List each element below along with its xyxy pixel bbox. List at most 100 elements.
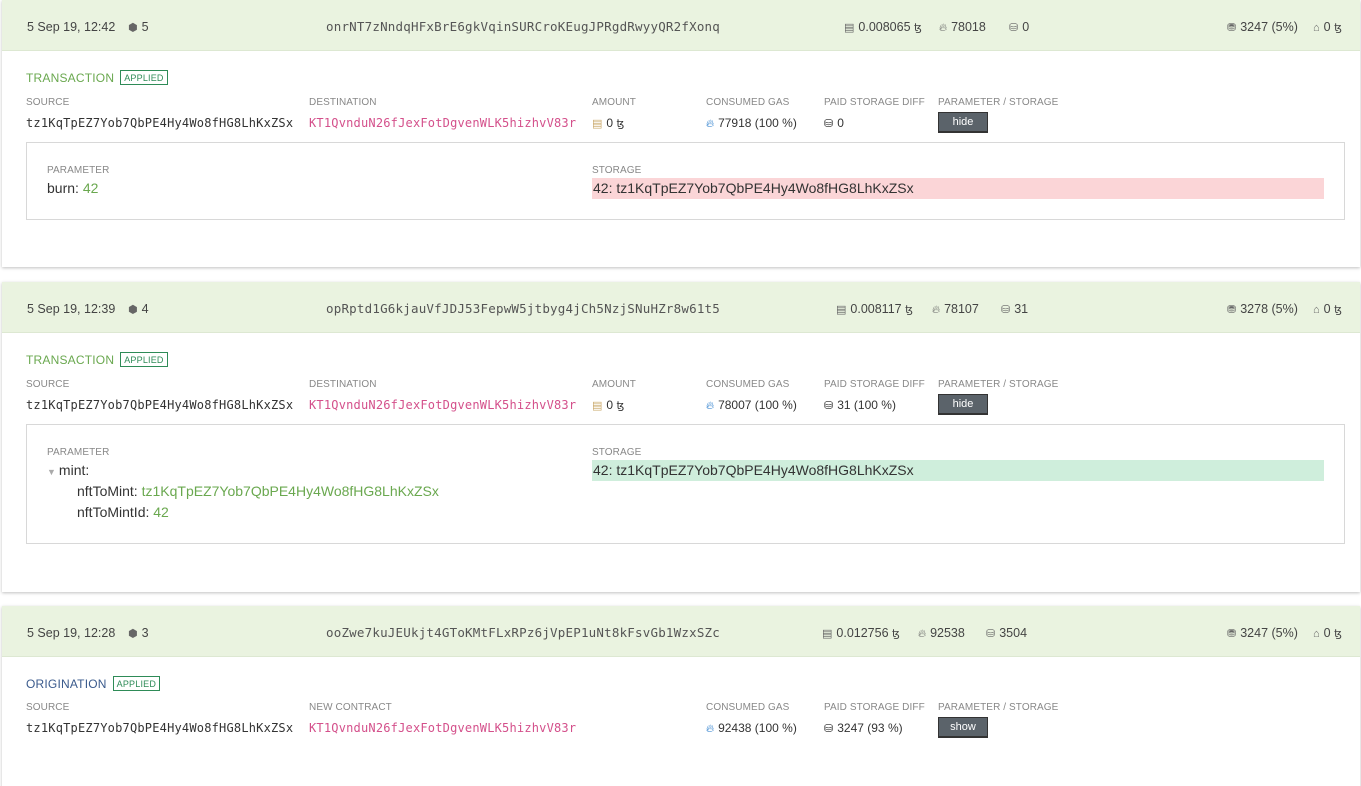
hide-button[interactable]: hide <box>938 112 988 133</box>
source-label: SOURCE <box>26 702 70 713</box>
cube-icon: ⬢ <box>128 22 138 34</box>
storage-diff-value: ⛁ 3247 (93 %) <box>824 721 903 735</box>
operation-fee: ▤ 0.012756 ꜩ <box>822 606 900 661</box>
operation-gas: 🔥︎ 92538 <box>918 606 965 661</box>
operation-gas: 🔥︎ 78107 <box>932 282 979 337</box>
parameter-label: PARAMETER <box>47 447 110 458</box>
operation-burn: ⛃ 3247 (5%) <box>1227 606 1298 661</box>
status-badge: APPLIED <box>120 70 168 85</box>
new-contract-label: NEW CONTRACT <box>309 702 392 713</box>
consumed-gas-label: CONSUMED GAS <box>706 97 790 108</box>
bank-icon: ⌂ <box>1313 628 1320 640</box>
operation-time: 5 Sep 19, 12:39 <box>27 302 116 316</box>
operation-fee: ▤ 0.008117 ꜩ <box>836 282 913 337</box>
operation-burn: ⛃ 3278 (5%) <box>1227 282 1298 337</box>
parameter-field: nftToMint: tz1KqTpEZ7Yob7QbPE4Hy4Wo8fHG8… <box>77 483 439 499</box>
param-storage-label: PARAMETER / STORAGE <box>938 97 1059 108</box>
param-storage-label: PARAMETER / STORAGE <box>938 379 1059 390</box>
parameter-field: nftToMintId: 42 <box>77 504 169 520</box>
storage-diff-label: PAID STORAGE DIFF <box>824 97 925 108</box>
storage-label: STORAGE <box>592 447 642 458</box>
coins-icon: ⛁ <box>1009 22 1019 34</box>
status-badge: APPLIED <box>112 676 161 691</box>
source-label: SOURCE <box>26 97 70 108</box>
operation-card: 5 Sep 19, 12:42 ⬢ 5 onrNT7zNndqHFxBrE6gkV… <box>2 0 1360 267</box>
hide-button[interactable]: hide <box>938 394 988 415</box>
destination-address[interactable]: KT1QvnduN26fJexFotDgvenWLK5hizhvV83r <box>309 398 576 412</box>
show-button[interactable]: show <box>938 717 988 738</box>
storage-diff-removed: 42: tz1KqTpEZ7Yob7QbPE4Hy4Wo8fHG8LhKxZSx <box>592 178 1324 199</box>
new-contract-address[interactable]: KT1QvnduN26fJexFotDgvenWLK5hizhvV83r <box>309 721 576 735</box>
operation-hash[interactable]: onrNT7zNndqHFxBrE6gkVqinSURCroKEugJPRgdR… <box>326 0 720 54</box>
parameter-value: burn: 42 <box>47 180 99 196</box>
receipt-icon: ▤ <box>822 628 833 640</box>
flame-icon: 🔥︎ <box>932 304 941 316</box>
source-address[interactable]: tz1KqTpEZ7Yob7QbPE4Hy4Wo8fHG8LhKxZSx <box>26 721 293 735</box>
destination-label: DESTINATION <box>309 379 377 390</box>
source-address[interactable]: tz1KqTpEZ7Yob7QbPE4Hy4Wo8fHG8LhKxZSx <box>26 398 293 412</box>
bank-icon: ⌂ <box>1313 22 1320 34</box>
operation-storage: ⛁ 0 <box>1009 0 1029 55</box>
operation-header[interactable]: 5 Sep 19, 12:28 ⬢ 3 ooZwe7kuJEUkjt4GToKMt… <box>2 606 1360 657</box>
block-level: ⬢ 3 <box>128 606 149 661</box>
consumed-gas-value: 🔥︎ 92438 (100 %) <box>706 721 797 735</box>
database-icon: ⛃ <box>1227 22 1237 34</box>
bank-icon: ⌂ <box>1313 304 1320 316</box>
operation-kind: ORIGINATION APPLIED <box>26 676 161 691</box>
destination-label: DESTINATION <box>309 97 377 108</box>
operation-paid: ⌂ 0 ꜩ <box>1313 606 1342 661</box>
operation-kind: TRANSACTION APPLIED <box>26 352 168 367</box>
collapse-triangle-icon[interactable]: ▼ <box>47 467 56 477</box>
operation-burn: ⛃ 3247 (5%) <box>1227 0 1298 55</box>
coins-icon: ⛁ <box>824 723 834 735</box>
operation-storage: ⛁ 31 <box>1001 282 1028 337</box>
coins-icon: ⛁ <box>1001 304 1011 316</box>
storage-diff-label: PAID STORAGE DIFF <box>824 702 925 713</box>
storage-diff-label: PAID STORAGE DIFF <box>824 379 925 390</box>
database-icon: ⛃ <box>1227 628 1237 640</box>
operation-fee: ▤ 0.008065 ꜩ <box>844 0 922 55</box>
flame-icon: 🔥︎ <box>939 22 948 34</box>
receipt-icon: ▤ <box>836 304 847 316</box>
receipt-icon: ▤ <box>592 400 603 412</box>
parameter-storage-panel: PARAMETER STORAGE ▼ mint: nftToMint: tz1K… <box>26 424 1345 544</box>
cube-icon: ⬢ <box>128 304 138 316</box>
source-label: SOURCE <box>26 379 70 390</box>
parameter-storage-panel: PARAMETER STORAGE burn: 42 42: tz1KqTpEZ… <box>26 142 1345 220</box>
coins-icon: ⛁ <box>824 118 834 130</box>
cube-icon: ⬢ <box>128 628 138 640</box>
operation-time: 5 Sep 19, 12:42 <box>27 20 116 34</box>
operation-header[interactable]: 5 Sep 19, 12:39 ⬢ 4 opRptd1G6kjauVfJDJ53F… <box>2 282 1360 333</box>
status-badge: APPLIED <box>120 352 168 367</box>
operation-hash[interactable]: opRptd1G6kjauVfJDJ53FepwW5jtbyg4jCh5NzjS… <box>326 282 720 336</box>
operation-paid: ⌂ 0 ꜩ <box>1313 282 1342 337</box>
operation-header[interactable]: 5 Sep 19, 12:42 ⬢ 5 onrNT7zNndqHFxBrE6gkV… <box>2 0 1360 51</box>
operation-hash[interactable]: ooZwe7kuJEUkjt4GToKMtFLxRPz6jVpEP1uNt8kF… <box>326 606 720 660</box>
storage-diff-added: 42: tz1KqTpEZ7Yob7QbPE4Hy4Wo8fHG8LhKxZSx <box>592 460 1324 481</box>
flame-icon: 🔥︎ <box>706 118 715 130</box>
amount-label: AMOUNT <box>592 379 636 390</box>
operation-paid: ⌂ 0 ꜩ <box>1313 0 1342 55</box>
param-storage-label: PARAMETER / STORAGE <box>938 702 1059 713</box>
operation-card: 5 Sep 19, 12:28 ⬢ 3 ooZwe7kuJEUkjt4GToKMt… <box>2 606 1360 786</box>
destination-address[interactable]: KT1QvnduN26fJexFotDgvenWLK5hizhvV83r <box>309 116 576 130</box>
consumed-gas-value: 🔥︎ 78007 (100 %) <box>706 398 797 412</box>
block-level: ⬢ 4 <box>128 282 149 337</box>
receipt-icon: ▤ <box>844 22 855 34</box>
storage-label: STORAGE <box>592 165 642 176</box>
coins-icon: ⛁ <box>986 628 996 640</box>
storage-diff-value: ⛁ 0 <box>824 116 844 130</box>
block-level: ⬢ 5 <box>128 0 149 55</box>
flame-icon: 🔥︎ <box>706 723 715 735</box>
operation-card: 5 Sep 19, 12:39 ⬢ 4 opRptd1G6kjauVfJDJ53F… <box>2 282 1360 592</box>
amount-value: ▤ 0 ꜩ <box>592 398 625 412</box>
parameter-tree-node[interactable]: ▼ mint: <box>47 462 89 478</box>
operation-kind: TRANSACTION APPLIED <box>26 70 168 85</box>
database-icon: ⛃ <box>1227 304 1237 316</box>
operation-time: 5 Sep 19, 12:28 <box>27 626 116 640</box>
parameter-label: PARAMETER <box>47 165 110 176</box>
source-address[interactable]: tz1KqTpEZ7Yob7QbPE4Hy4Wo8fHG8LhKxZSx <box>26 116 293 130</box>
amount-value: ▤ 0 ꜩ <box>592 116 625 130</box>
operation-storage: ⛁ 3504 <box>986 606 1027 661</box>
operation-gas: 🔥︎ 78018 <box>939 0 986 55</box>
